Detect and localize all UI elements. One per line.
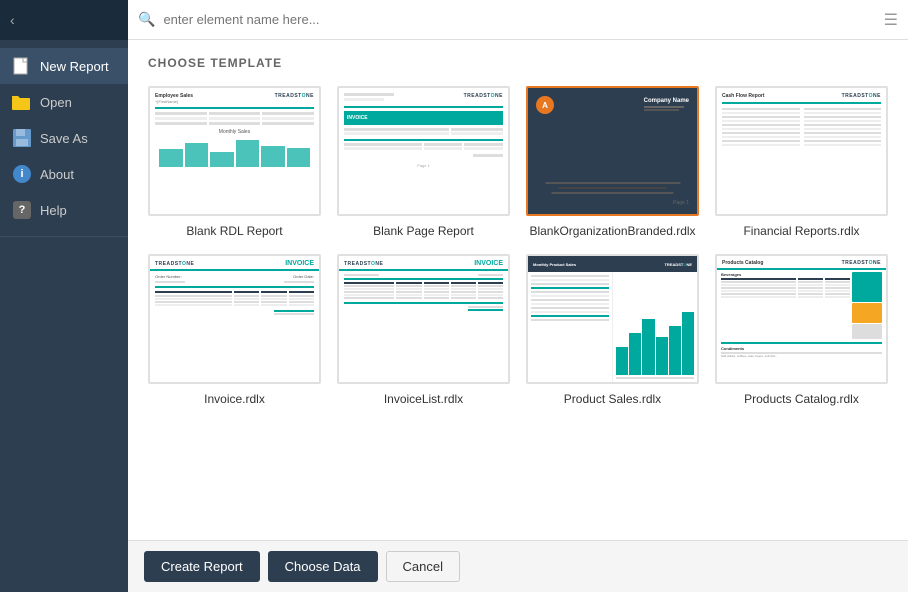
search-icon: 🔍	[138, 11, 155, 28]
template-name-blank-rdl: Blank RDL Report	[186, 224, 282, 238]
template-item-invoice-list[interactable]: TREADSTONE INVOICE	[337, 254, 510, 406]
template-item-product-sales[interactable]: Monthly Product Sales TREADSTONE	[526, 254, 699, 406]
template-thumb-blank-org: A Company Name Page 1	[526, 86, 699, 216]
sidebar: ‹ New Report Open	[0, 0, 128, 592]
sidebar-menu: New Report Open Save As	[0, 40, 128, 237]
open-icon	[12, 92, 32, 112]
template-name-products-catalog: Products Catalog.rdlx	[744, 392, 859, 406]
template-thumb-financial: Cash Flow Report TREADSTONE	[715, 86, 888, 216]
template-name-product-sales: Product Sales.rdlx	[564, 392, 661, 406]
sidebar-item-label: Save As	[40, 131, 88, 146]
template-thumb-invoice-list: TREADSTONE INVOICE	[337, 254, 510, 384]
save-icon	[12, 128, 32, 148]
sidebar-item-open[interactable]: Open	[0, 84, 128, 120]
template-item-blank-rdl[interactable]: Employee Sales +[FirstName] TREADSTONE	[148, 86, 321, 238]
template-thumb-invoice: TREADSTONE INVOICE Order Number: Order D…	[148, 254, 321, 384]
sidebar-item-label: Help	[40, 203, 67, 218]
section-title: CHOOSE TEMPLATE	[148, 56, 888, 70]
template-thumb-product-sales: Monthly Product Sales TREADSTONE	[526, 254, 699, 384]
template-thumb-blank-rdl: Employee Sales +[FirstName] TREADSTONE	[148, 86, 321, 216]
choose-data-button[interactable]: Choose Data	[268, 551, 378, 582]
search-bar: 🔍 ☰	[128, 0, 908, 40]
template-item-financial[interactable]: Cash Flow Report TREADSTONE	[715, 86, 888, 238]
template-thumb-products-catalog: Products Catalog TREADSTONE Beverages	[715, 254, 888, 384]
sidebar-item-label: Open	[40, 95, 72, 110]
content-area: CHOOSE TEMPLATE Employee Sales +[FirstNa…	[128, 40, 908, 540]
new-report-icon	[12, 56, 32, 76]
sidebar-item-label: New Report	[40, 59, 109, 74]
sidebar-item-label: About	[40, 167, 74, 182]
sidebar-item-new-report[interactable]: New Report	[0, 48, 128, 84]
template-name-invoice: Invoice.rdlx	[204, 392, 265, 406]
template-item-products-catalog[interactable]: Products Catalog TREADSTONE Beverages	[715, 254, 888, 406]
template-name-blank-org: BlankOrganizationBranded.rdlx	[529, 224, 695, 238]
template-name-financial: Financial Reports.rdlx	[743, 224, 859, 238]
template-name-invoice-list: InvoiceList.rdlx	[384, 392, 463, 406]
sidebar-item-save-as[interactable]: Save As	[0, 120, 128, 156]
sidebar-item-help[interactable]: ? Help	[0, 192, 128, 228]
about-icon: i	[12, 164, 32, 184]
template-item-invoice[interactable]: TREADSTONE INVOICE Order Number: Order D…	[148, 254, 321, 406]
back-arrow-icon: ‹	[10, 12, 15, 28]
sidebar-back-button[interactable]: ‹	[0, 0, 128, 40]
create-report-button[interactable]: Create Report	[144, 551, 260, 582]
help-icon: ?	[12, 200, 32, 220]
main-panel: 🔍 ☰ CHOOSE TEMPLATE Employee Sales +[Fir…	[128, 0, 908, 592]
template-name-blank-page: Blank Page Report	[373, 224, 474, 238]
list-view-icon[interactable]: ☰	[884, 10, 898, 30]
template-item-blank-page[interactable]: TREADSTONE INVOICE	[337, 86, 510, 238]
sidebar-item-about[interactable]: i About	[0, 156, 128, 192]
cancel-button[interactable]: Cancel	[386, 551, 460, 582]
footer: Create Report Choose Data Cancel	[128, 540, 908, 592]
template-thumb-blank-page: TREADSTONE INVOICE	[337, 86, 510, 216]
template-grid: Employee Sales +[FirstName] TREADSTONE	[148, 86, 888, 406]
template-item-blank-org[interactable]: A Company Name Page 1	[526, 86, 699, 238]
search-input[interactable]	[163, 12, 875, 27]
